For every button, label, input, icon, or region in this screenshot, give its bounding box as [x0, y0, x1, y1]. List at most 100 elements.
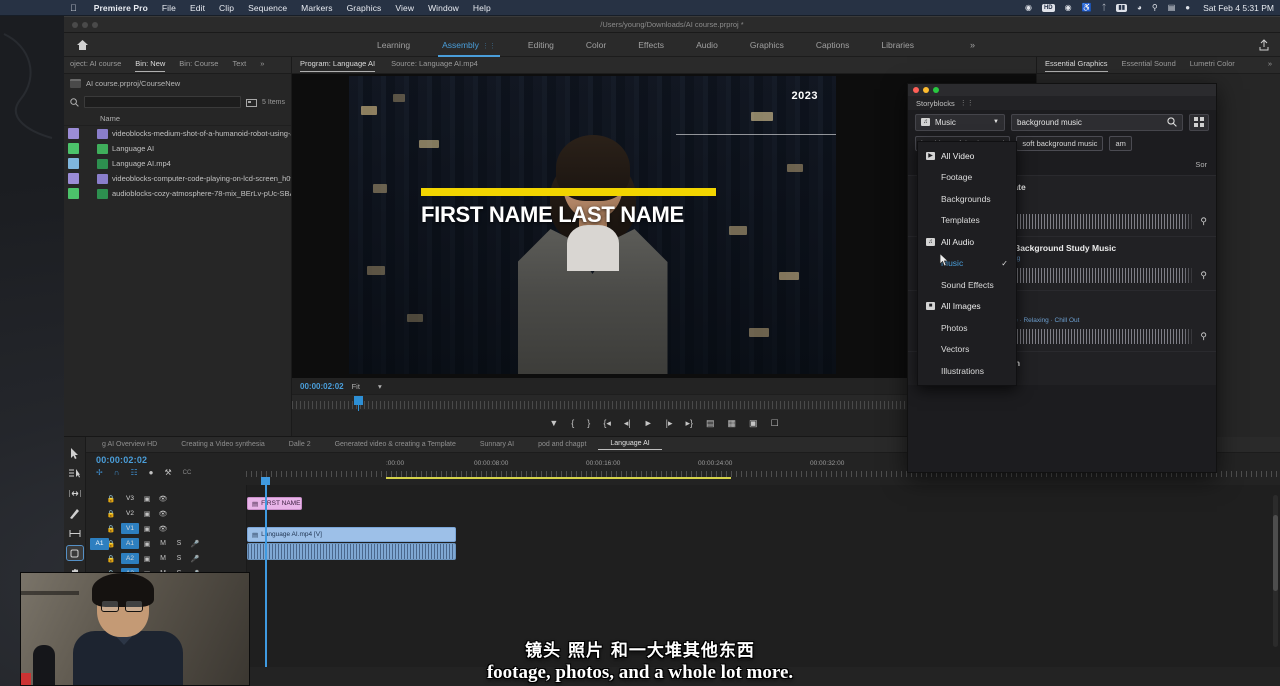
mute-button-a2[interactable]: M: [155, 555, 171, 562]
menu-item-help[interactable]: Help: [466, 3, 498, 13]
timeline-clip-language-ai-video[interactable]: ▤ Language AI.mp4 [V]: [247, 527, 456, 542]
menu-clock[interactable]: Sat Feb 4 5:31 PM: [1195, 3, 1274, 13]
sync-lock-icon[interactable]: ▣: [139, 555, 155, 563]
project-tab-bin-course[interactable]: Bin: Course: [179, 59, 218, 71]
monitor-fit-select[interactable]: Fit ▾: [352, 382, 382, 391]
add-marker-icon[interactable]: ☷: [130, 468, 137, 477]
play-icon[interactable]: ►: [644, 418, 653, 428]
lock-icon[interactable]: 🔒: [104, 555, 118, 563]
timeline-clip-language-ai-audio[interactable]: [247, 543, 456, 560]
bluetooth-icon[interactable]: ᛏ: [1097, 3, 1112, 12]
dropdown-item-backgrounds[interactable]: Backgrounds: [918, 188, 1016, 210]
project-tab-ai-course[interactable]: oject: AI course: [70, 59, 121, 71]
export-frame-icon[interactable]: ▣: [749, 418, 758, 429]
menu-item-file[interactable]: File: [155, 3, 183, 13]
button-editor-icon[interactable]: ☐: [771, 418, 779, 429]
right-panel-overflow-icon[interactable]: »: [1268, 59, 1272, 71]
workspace-tab-learning[interactable]: Learning: [375, 37, 412, 53]
mark-out-icon[interactable]: }: [587, 418, 590, 428]
grid-view-icon[interactable]: [1189, 114, 1209, 131]
workspace-tab-libraries[interactable]: Libraries: [879, 37, 916, 53]
menu-item-markers[interactable]: Markers: [294, 3, 339, 13]
scrollbar-thumb[interactable]: [1273, 515, 1278, 591]
selection-tool-icon[interactable]: [67, 446, 83, 460]
lock-icon[interactable]: 🔒: [104, 495, 118, 503]
monitor-playhead[interactable]: [354, 396, 363, 405]
dropdown-item-sound-effects[interactable]: Sound Effects: [918, 274, 1016, 296]
storyblocks-search-input[interactable]: [1017, 118, 1167, 127]
workspace-tab-effects[interactable]: Effects: [636, 37, 666, 53]
monitor-tab-source[interactable]: Source: Language AI.mp4: [391, 59, 478, 71]
lock-icon[interactable]: 🔒: [104, 525, 118, 533]
dropdown-item-templates[interactable]: Templates: [918, 210, 1016, 232]
project-tabs-overflow-icon[interactable]: »: [260, 59, 264, 71]
snap-icon[interactable]: ✢: [96, 468, 103, 477]
track-header-a2[interactable]: 🔒 A2 ▣ M S 🎤: [86, 551, 246, 566]
eye-icon[interactable]: 👁: [155, 495, 171, 503]
marker-icon[interactable]: ▼: [549, 418, 558, 428]
project-tab-bin-new[interactable]: Bin: New: [135, 59, 165, 71]
dropdown-item-vectors[interactable]: Vectors: [918, 339, 1016, 361]
preview-icon[interactable]: ⚲: [1200, 216, 1207, 227]
sequence-tab-summary-ai[interactable]: Sunnary AI: [468, 441, 526, 448]
menu-item-edit[interactable]: Edit: [183, 3, 212, 13]
hd-badge-icon[interactable]: HD: [1037, 4, 1060, 12]
caption-icon[interactable]: CC: [183, 470, 192, 476]
close-button[interactable]: [913, 87, 919, 93]
preview-icon[interactable]: ⚲: [1200, 331, 1207, 342]
menu-item-view[interactable]: View: [388, 3, 421, 13]
menu-item-sequence[interactable]: Sequence: [241, 3, 294, 13]
track-header-v3[interactable]: 🔒 V3 ▣ 👁: [86, 491, 246, 506]
solo-button-a2[interactable]: S: [171, 555, 187, 562]
storyblocks-search-box[interactable]: [1011, 114, 1183, 131]
workspace-overflow-icon[interactable]: »: [970, 40, 975, 50]
track-select-tool-icon[interactable]: [67, 466, 83, 480]
go-to-in-icon[interactable]: {◂: [603, 418, 611, 429]
source-patch-a1[interactable]: A1: [90, 538, 109, 550]
track-header-v1[interactable]: 🔒 V1 ▣ 👁: [86, 521, 246, 536]
track-header-v2[interactable]: 🔒 V2 ▣ 👁: [86, 506, 246, 521]
control-center-icon[interactable]: ▤: [1163, 3, 1181, 12]
search-icon[interactable]: [1167, 117, 1177, 127]
track-name-a2[interactable]: A2: [121, 553, 139, 564]
project-item-row[interactable]: videoblocks-medium-shot-of-a-humanoid-ro…: [64, 126, 291, 141]
wrench-icon[interactable]: ⚒: [164, 468, 171, 477]
sync-lock-icon[interactable]: ▣: [139, 495, 155, 503]
dropdown-item-footage[interactable]: Footage: [918, 167, 1016, 189]
linked-selection-icon[interactable]: ∩: [114, 468, 120, 477]
timeline-timecode[interactable]: 00:00:02:02: [96, 455, 246, 465]
marker-icon[interactable]: ●: [149, 468, 154, 477]
apple-logo-icon[interactable]: : [70, 3, 77, 13]
dropdown-item-all-images[interactable]: ■ All Images: [918, 296, 1016, 318]
dropdown-item-illustrations[interactable]: Illustrations: [918, 360, 1016, 382]
project-search-input[interactable]: [88, 98, 240, 107]
extract-icon[interactable]: ▦: [728, 418, 737, 429]
project-item-row[interactable]: Language AI.mp4: [64, 156, 291, 171]
workspace-tab-assembly[interactable]: Assembly⋮⋮: [440, 37, 498, 53]
menu-app-name[interactable]: Premiere Pro: [87, 3, 155, 13]
dropdown-item-all-audio[interactable]: ♫ All Audio: [918, 231, 1016, 253]
chip-am[interactable]: am: [1109, 136, 1131, 151]
ripple-edit-tool-icon[interactable]: [67, 486, 83, 500]
mute-button-a1[interactable]: M: [155, 540, 171, 547]
tab-essential-sound[interactable]: Essential Sound: [1122, 59, 1176, 71]
timeline-clip-first-name[interactable]: ▤ FIRST NAME: [247, 497, 302, 510]
sequence-tab-ai-overview[interactable]: g AI Overview HD: [90, 441, 169, 448]
sort-label[interactable]: Sor: [1195, 160, 1207, 169]
mark-in-icon[interactable]: {: [571, 418, 574, 428]
sync-lock-icon[interactable]: ▣: [139, 540, 155, 548]
headphones-icon[interactable]: ♿: [1077, 3, 1097, 12]
workspace-tab-captions[interactable]: Captions: [814, 37, 852, 53]
menu-item-window[interactable]: Window: [421, 3, 466, 13]
battery-icon[interactable]: ▮▮: [1111, 4, 1132, 12]
sync-lock-icon[interactable]: ▣: [139, 510, 155, 518]
project-item-row[interactable]: videoblocks-computer-code-playing-on-lcd…: [64, 171, 291, 186]
tab-lumetri-color[interactable]: Lumetri Color: [1190, 59, 1235, 71]
eye-icon[interactable]: 👁: [155, 525, 171, 533]
category-dropdown-trigger[interactable]: ♫ Music ▼: [915, 114, 1005, 131]
workspace-tab-audio[interactable]: Audio: [694, 37, 720, 53]
grip-dots-icon[interactable]: ⋮⋮: [960, 99, 974, 107]
storyblocks-tab-label[interactable]: Storyblocks: [916, 99, 955, 108]
microphone-icon[interactable]: 🎤: [187, 555, 203, 563]
project-search-box[interactable]: [84, 96, 241, 108]
